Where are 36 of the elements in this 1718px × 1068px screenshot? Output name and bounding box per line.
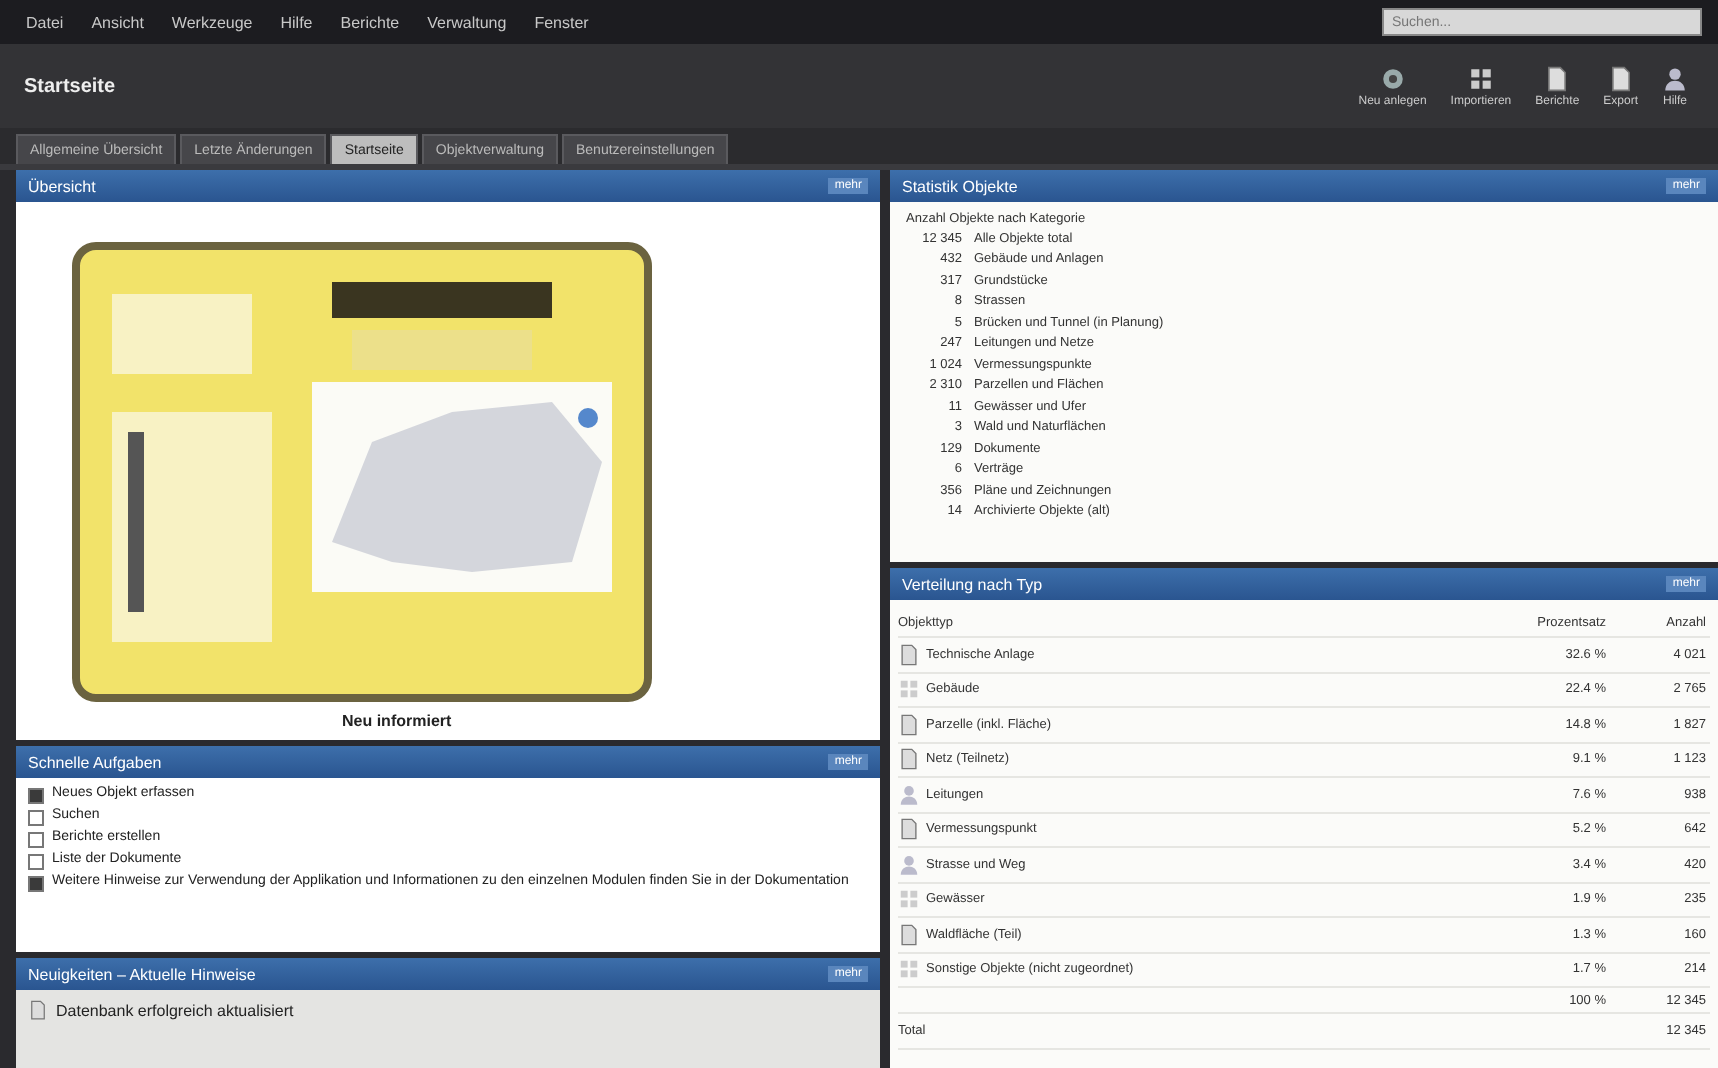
document-icon bbox=[898, 818, 920, 841]
checkbox[interactable] bbox=[28, 876, 44, 892]
gear-icon bbox=[1379, 65, 1406, 91]
menu-item[interactable]: Berichte bbox=[330, 9, 410, 35]
document-icon bbox=[28, 1000, 48, 1020]
checkbox[interactable] bbox=[28, 788, 44, 804]
menu-item[interactable]: Werkzeuge bbox=[161, 9, 263, 35]
document-icon bbox=[898, 643, 920, 666]
user-icon bbox=[898, 853, 920, 876]
panel-title: Schnelle Aufgaben bbox=[28, 753, 162, 771]
menu-item[interactable]: Datei bbox=[16, 9, 74, 35]
document-icon bbox=[1607, 65, 1634, 91]
document-icon bbox=[1544, 65, 1571, 91]
menu-item[interactable]: Fenster bbox=[524, 9, 599, 35]
document-icon bbox=[898, 923, 920, 946]
panel-title: Statistik Objekte bbox=[902, 177, 1018, 195]
grid-icon bbox=[898, 888, 920, 911]
checkbox[interactable] bbox=[28, 854, 44, 870]
panel-title: Verteilung nach Typ bbox=[902, 575, 1043, 593]
user-icon bbox=[898, 783, 920, 806]
document-icon bbox=[898, 713, 920, 736]
checkbox[interactable] bbox=[28, 832, 44, 848]
news-text: Datenbank erfolgreich aktualisiert bbox=[56, 1001, 294, 1019]
menu-item[interactable]: Ansicht bbox=[81, 9, 154, 35]
panel-title: Neuigkeiten – Aktuelle Hinweise bbox=[28, 965, 256, 983]
menu-item[interactable]: Verwaltung bbox=[417, 9, 517, 35]
user-icon bbox=[1662, 65, 1688, 91]
grid-icon bbox=[898, 958, 920, 981]
grid-icon bbox=[898, 678, 920, 701]
caption: Neu informiert bbox=[342, 712, 452, 730]
panel-title: Übersicht bbox=[28, 177, 96, 195]
page-title: Startseite bbox=[24, 75, 116, 97]
grid-icon bbox=[1467, 65, 1494, 91]
document-icon bbox=[898, 748, 920, 771]
menu-item[interactable]: Hilfe bbox=[270, 9, 323, 35]
checkbox[interactable] bbox=[28, 810, 44, 826]
